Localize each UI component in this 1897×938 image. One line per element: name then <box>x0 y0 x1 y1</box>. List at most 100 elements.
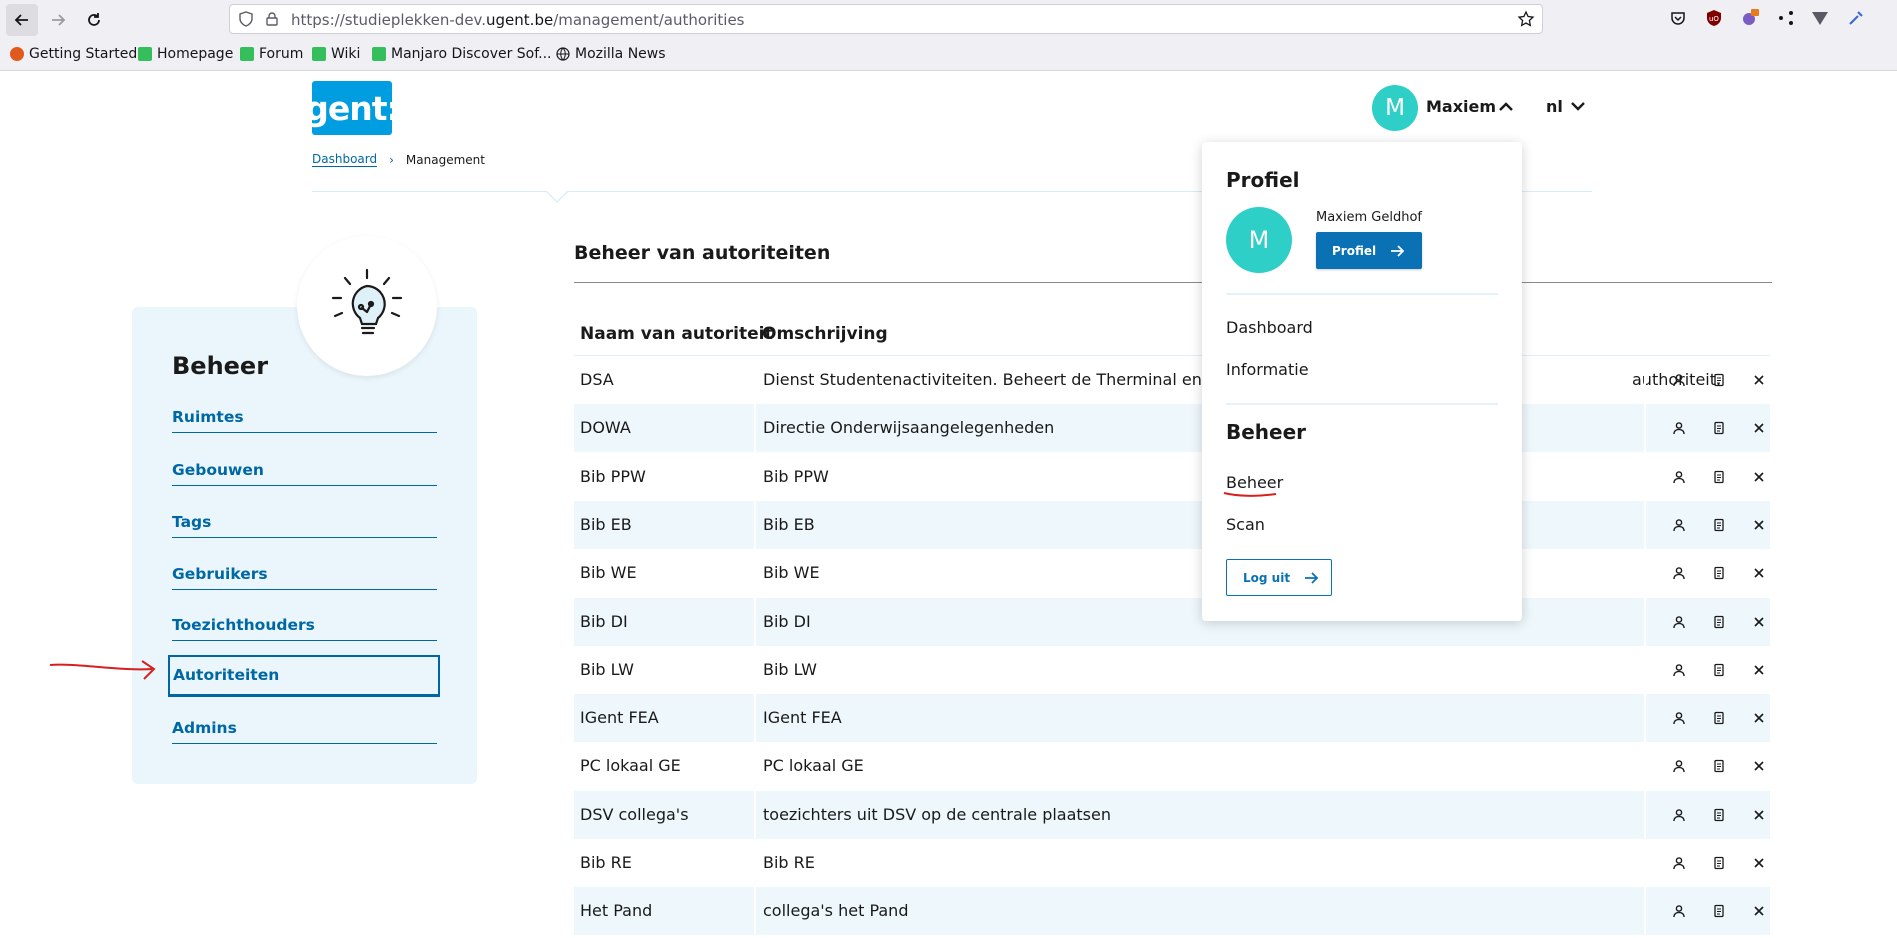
table-row: Het Pand collega's het Pand <box>574 887 1771 936</box>
breadcrumb: Dashboard › Management <box>312 152 485 167</box>
language-selector[interactable]: nl <box>1546 97 1563 116</box>
close-icon[interactable] <box>1747 754 1771 778</box>
authority-name: Bib EB <box>580 514 632 534</box>
chevron-down-icon[interactable] <box>1568 98 1588 114</box>
user-icon[interactable] <box>1667 803 1691 827</box>
chevron-up-icon[interactable] <box>1496 98 1516 114</box>
sidebar-item-gebouwen[interactable]: Gebouwen <box>172 454 437 486</box>
annotation-underline <box>1223 492 1277 497</box>
user-menu-name[interactable]: Maxiem <box>1426 97 1496 116</box>
document-icon[interactable] <box>1707 368 1731 392</box>
close-icon[interactable] <box>1747 899 1771 923</box>
breadcrumb-dashboard[interactable]: Dashboard <box>312 152 378 167</box>
share-icon[interactable] <box>1776 8 1796 28</box>
star-icon[interactable] <box>1517 10 1535 28</box>
column-separator <box>1644 839 1646 887</box>
extension-icon[interactable] <box>1740 8 1760 28</box>
close-icon[interactable] <box>1747 561 1771 585</box>
close-icon[interactable] <box>1747 368 1771 392</box>
close-icon[interactable] <box>1747 803 1771 827</box>
lock-icon[interactable] <box>264 11 280 27</box>
authority-description: IGent FEA <box>763 708 842 728</box>
close-icon[interactable] <box>1747 416 1771 440</box>
document-icon[interactable] <box>1707 899 1731 923</box>
column-separator <box>754 549 756 598</box>
document-icon[interactable] <box>1707 561 1731 585</box>
document-icon[interactable] <box>1707 465 1731 489</box>
arrow-right-icon <box>52 14 66 26</box>
bookmark-getting-started[interactable]: Getting Started <box>10 46 137 62</box>
column-separator <box>754 500 756 549</box>
user-icon[interactable] <box>1667 416 1691 440</box>
user-dropdown-menu: Profiel M Maxiem Geldhof Profiel Dashboa… <box>1202 142 1522 621</box>
reload-icon <box>88 13 100 26</box>
column-separator <box>754 887 756 936</box>
lightbulb-icon <box>331 268 403 335</box>
sidebar-item-autoriteiten[interactable]: Autoriteiten <box>168 655 440 697</box>
arrow-left-icon <box>14 14 28 26</box>
reload-button[interactable] <box>78 4 110 36</box>
bookmark-forum[interactable]: Forum <box>240 46 303 62</box>
menu-link-informatie[interactable]: Informatie <box>1226 360 1309 379</box>
close-icon[interactable] <box>1747 610 1771 634</box>
user-icon[interactable] <box>1667 706 1691 730</box>
user-icon[interactable] <box>1667 610 1691 634</box>
close-icon[interactable] <box>1747 465 1771 489</box>
user-icon[interactable] <box>1667 561 1691 585</box>
bookmark-homepage[interactable]: Homepage <box>138 46 233 62</box>
sidebar-item-ruimtes[interactable]: Ruimtes <box>172 401 437 433</box>
column-separator <box>754 404 756 453</box>
ublock-icon[interactable]: uO <box>1704 8 1724 28</box>
document-icon[interactable] <box>1707 754 1731 778</box>
user-icon[interactable] <box>1667 465 1691 489</box>
shield-icon[interactable] <box>238 11 254 27</box>
table-row: IGent FEA IGent FEA <box>574 694 1771 743</box>
document-icon[interactable] <box>1707 851 1731 875</box>
user-icon[interactable] <box>1667 851 1691 875</box>
user-icon[interactable] <box>1667 658 1691 682</box>
page-title: Beheer van autoriteiten <box>574 242 831 264</box>
sidebar-item-gebruikers[interactable]: Gebruikers <box>172 558 437 590</box>
user-full-name: Maxiem Geldhof <box>1316 210 1422 225</box>
document-icon[interactable] <box>1707 513 1731 537</box>
vuejs-icon[interactable] <box>1810 8 1830 28</box>
document-icon[interactable] <box>1707 610 1731 634</box>
close-icon[interactable] <box>1747 513 1771 537</box>
back-button[interactable] <box>6 4 38 36</box>
address-bar[interactable]: https://studieplekken-dev.ugent.be/manag… <box>229 4 1543 34</box>
document-icon[interactable] <box>1707 803 1731 827</box>
profile-button[interactable]: Profiel <box>1316 232 1422 269</box>
user-icon[interactable] <box>1667 899 1691 923</box>
avatar: M <box>1226 207 1292 273</box>
sidebar-item-admins[interactable]: Admins <box>172 712 437 744</box>
manjaro-icon <box>312 47 326 61</box>
document-icon[interactable] <box>1707 706 1731 730</box>
user-icon[interactable] <box>1667 513 1691 537</box>
user-icon[interactable] <box>1667 754 1691 778</box>
breadcrumb-current: Management <box>405 152 485 167</box>
forward-button[interactable] <box>42 4 74 36</box>
bookmark-wiki[interactable]: Wiki <box>312 46 360 62</box>
table-row: Bib PPW Bib PPW <box>574 452 1771 501</box>
pocket-icon[interactable] <box>1668 8 1688 28</box>
menu-link-scan[interactable]: Scan <box>1226 515 1265 534</box>
close-icon[interactable] <box>1747 658 1771 682</box>
sidebar-item-tags[interactable]: Tags <box>172 506 437 538</box>
sidebar-item-toezichthouders[interactable]: Toezichthouders <box>172 609 437 641</box>
close-icon[interactable] <box>1747 851 1771 875</box>
document-icon[interactable] <box>1707 416 1731 440</box>
user-icon[interactable] <box>1667 368 1691 392</box>
arrow-right-icon <box>1305 571 1319 584</box>
logout-button[interactable]: Log uit <box>1226 559 1332 596</box>
gent-logo[interactable]: gent: <box>305 81 400 135</box>
table-row: Bib DI Bib DI <box>574 597 1771 646</box>
close-icon[interactable] <box>1747 706 1771 730</box>
avatar[interactable]: M <box>1372 85 1418 131</box>
document-icon[interactable] <box>1707 658 1731 682</box>
eyedropper-icon[interactable] <box>1846 8 1866 28</box>
bookmark-manjaro-discover[interactable]: Manjaro Discover Sof... <box>372 46 552 62</box>
bookmark-mozilla-news[interactable]: Mozilla News <box>556 46 666 62</box>
column-separator <box>754 356 756 404</box>
menu-link-dashboard[interactable]: Dashboard <box>1226 318 1313 337</box>
profile-section-title: Profiel <box>1226 168 1300 192</box>
